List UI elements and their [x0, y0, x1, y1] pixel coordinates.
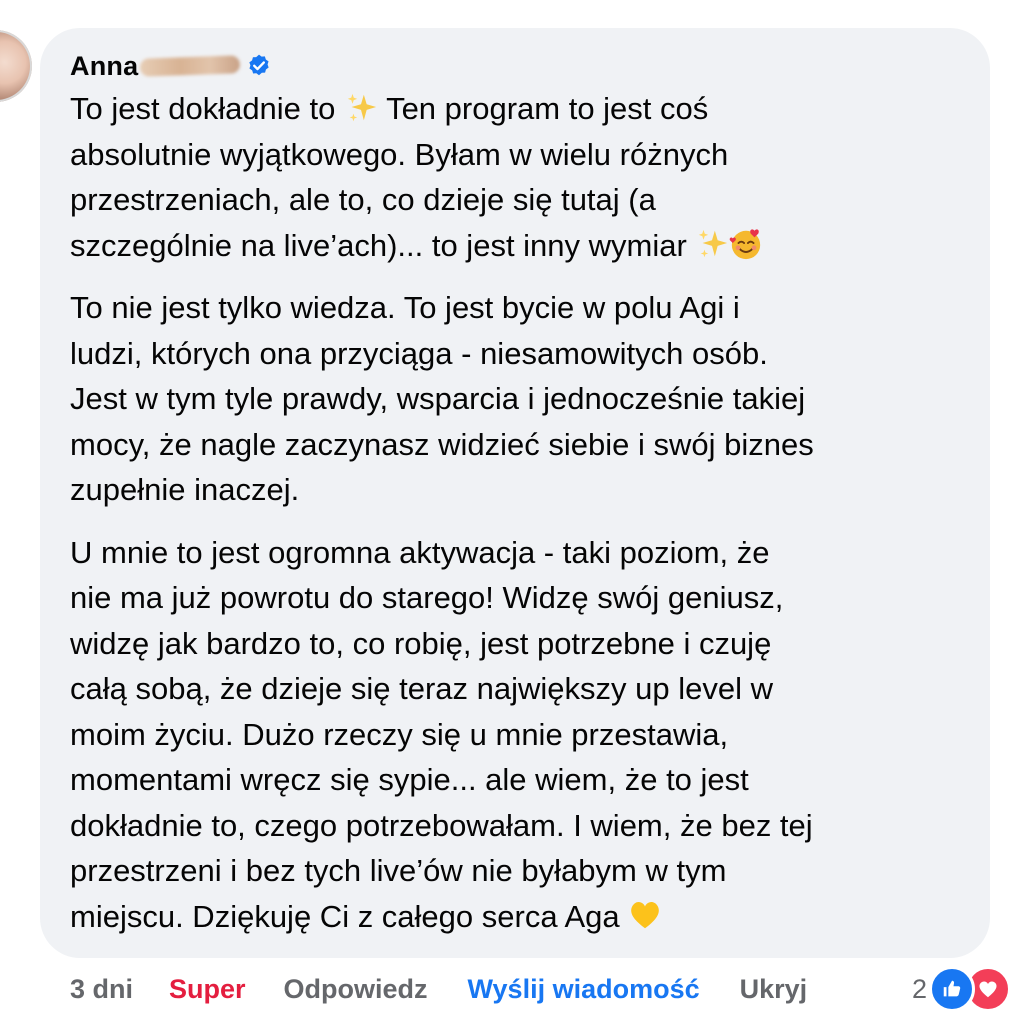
- author-name[interactable]: Anna: [70, 51, 138, 82]
- reactions-summary[interactable]: 2: [912, 966, 1012, 1012]
- hide-button[interactable]: Ukryj: [740, 974, 808, 1005]
- comment-paragraph-2: To nie jest tylko wiedza. To jest bycie …: [70, 290, 814, 507]
- reaction-super-button[interactable]: Super: [169, 974, 246, 1005]
- reaction-count: 2: [912, 973, 928, 1004]
- verified-badge-icon: [249, 54, 269, 76]
- avatar[interactable]: [0, 30, 32, 102]
- reply-button[interactable]: Odpowiedz: [284, 974, 428, 1005]
- like-icon: [929, 966, 976, 1012]
- author-row: Anna: [70, 48, 272, 84]
- send-message-button[interactable]: Wyślij wiadomość: [468, 974, 700, 1005]
- obscured-name-part: [140, 55, 241, 77]
- smiling-face-with-hearts-icon: [730, 229, 761, 260]
- yellow-heart-icon: [631, 902, 660, 929]
- timestamp-link[interactable]: 3 dni: [70, 974, 133, 1005]
- comment-screenshot: Anna To jest dokładnie to Ten program to…: [0, 0, 1024, 1024]
- paragraph-1-part-1: To jest dokładnie to: [70, 91, 345, 126]
- comment-text: To jest dokładnie to Ten program to jest…: [70, 86, 970, 956]
- sparkles-icon: [699, 230, 728, 258]
- comment-paragraph-3: U mnie to jest ogromna aktywacja - taki …: [70, 530, 970, 940]
- paragraph-3-text: U mnie to jest ogromna aktywacja - taki …: [70, 534, 813, 934]
- comment-actions: 3 dni Super Odpowiedz Wyślij wiadomość U…: [70, 966, 807, 1012]
- comment-paragraph-1: To jest dokładnie to Ten program to jest…: [70, 86, 970, 268]
- sparkles-icon: [347, 93, 377, 122]
